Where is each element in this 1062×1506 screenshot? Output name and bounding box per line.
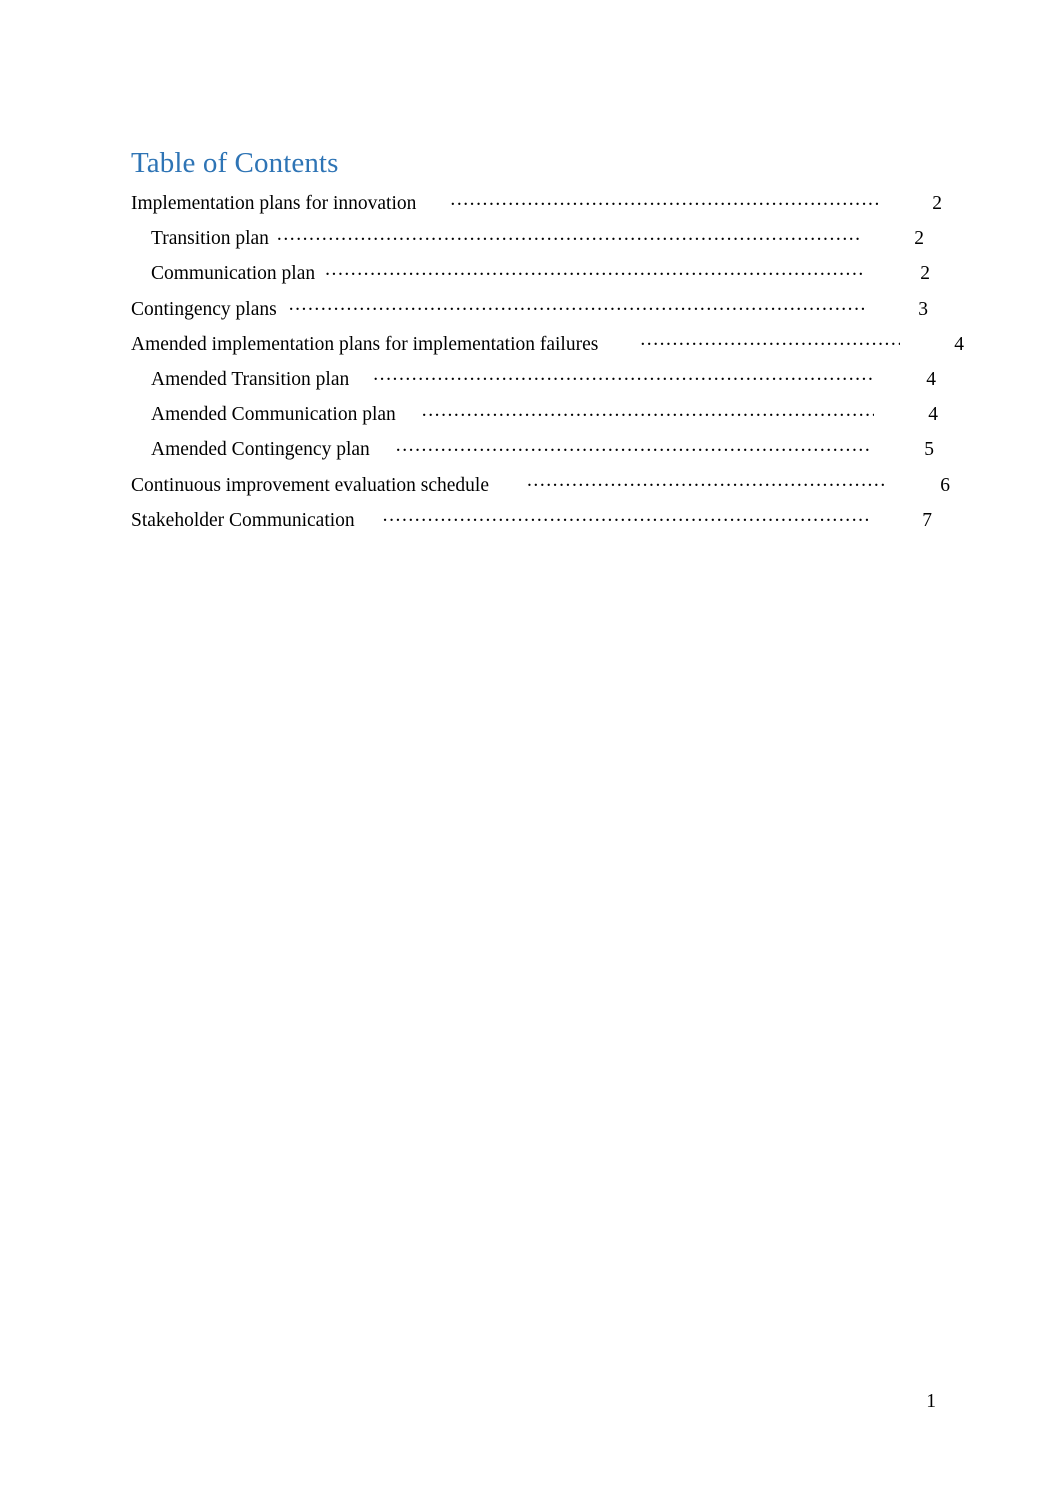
toc-entry-page-number: 2 [914,228,924,250]
toc-entry-label: Continuous improvement evaluation schedu… [131,474,489,496]
page-title: Table of Contents [131,147,339,179]
toc-dot-leader [527,471,886,491]
toc-entry-page-number: 2 [920,263,930,285]
toc-entry-page-number: 4 [928,404,938,426]
toc-entry[interactable]: Amended implementation plans for impleme… [131,327,964,362]
toc-dot-leader [383,506,868,526]
toc-entry-label: Amended Transition plan [151,368,350,390]
toc-entry[interactable]: Amended Contingency plan 5 [131,432,934,467]
toc-entry-label: Amended Contingency plan [151,439,370,461]
toc-dot-leader [396,436,870,456]
toc-entry-label: Transition plan [151,228,269,250]
page-number-footer: 1 [926,1391,936,1412]
toc-block: Table of Contents Implementation plans f… [131,146,964,538]
toc-entry[interactable]: Implementation plans for innovation 2 [131,186,942,221]
toc-entry-label: Communication plan [151,263,316,285]
toc-entry-page-number: 3 [918,298,928,320]
toc-entry[interactable]: Amended Communication plan 4 [131,397,938,432]
toc-dot-leader [640,330,900,350]
toc-entry[interactable]: Amended Transition plan 4 [131,362,936,397]
toc-entry-page-number: 4 [954,333,964,355]
toc-entry[interactable]: Contingency plans 3 [131,292,931,327]
toc-entry-label: Amended Communication plan [151,404,396,426]
toc-entry-page-number: 4 [926,368,936,390]
toc-entry[interactable]: Transition plan 2 [131,221,931,256]
toc-entry-label: Stakeholder Communication [131,509,355,531]
toc-entry-label: Contingency plans [131,298,277,320]
toc-entry-label: Implementation plans for innovation [131,193,417,214]
toc-entry-list: Implementation plans for innovation2Tran… [131,186,964,538]
toc-entry-page-number: 5 [924,439,934,461]
toc-entry-page-number: 7 [922,509,932,531]
toc-entry-label: Amended implementation plans for impleme… [131,333,599,355]
toc-dot-leader [277,225,860,245]
toc-entry-page-number: 2 [932,193,942,214]
toc-dot-leader [422,401,874,421]
toc-dot-leader [289,295,864,315]
toc-entry[interactable]: Stakeholder Communication 7 [131,503,932,538]
toc-entry[interactable]: Communication plan 2 [131,256,931,291]
toc-dot-leader [373,365,872,385]
toc-entry[interactable]: Continuous improvement evaluation schedu… [131,468,950,503]
document-page: Table of Contents Implementation plans f… [0,0,1062,1506]
toc-entry-page-number: 6 [940,474,950,496]
toc-dot-leader [325,260,866,280]
toc-dot-leader [450,190,878,210]
